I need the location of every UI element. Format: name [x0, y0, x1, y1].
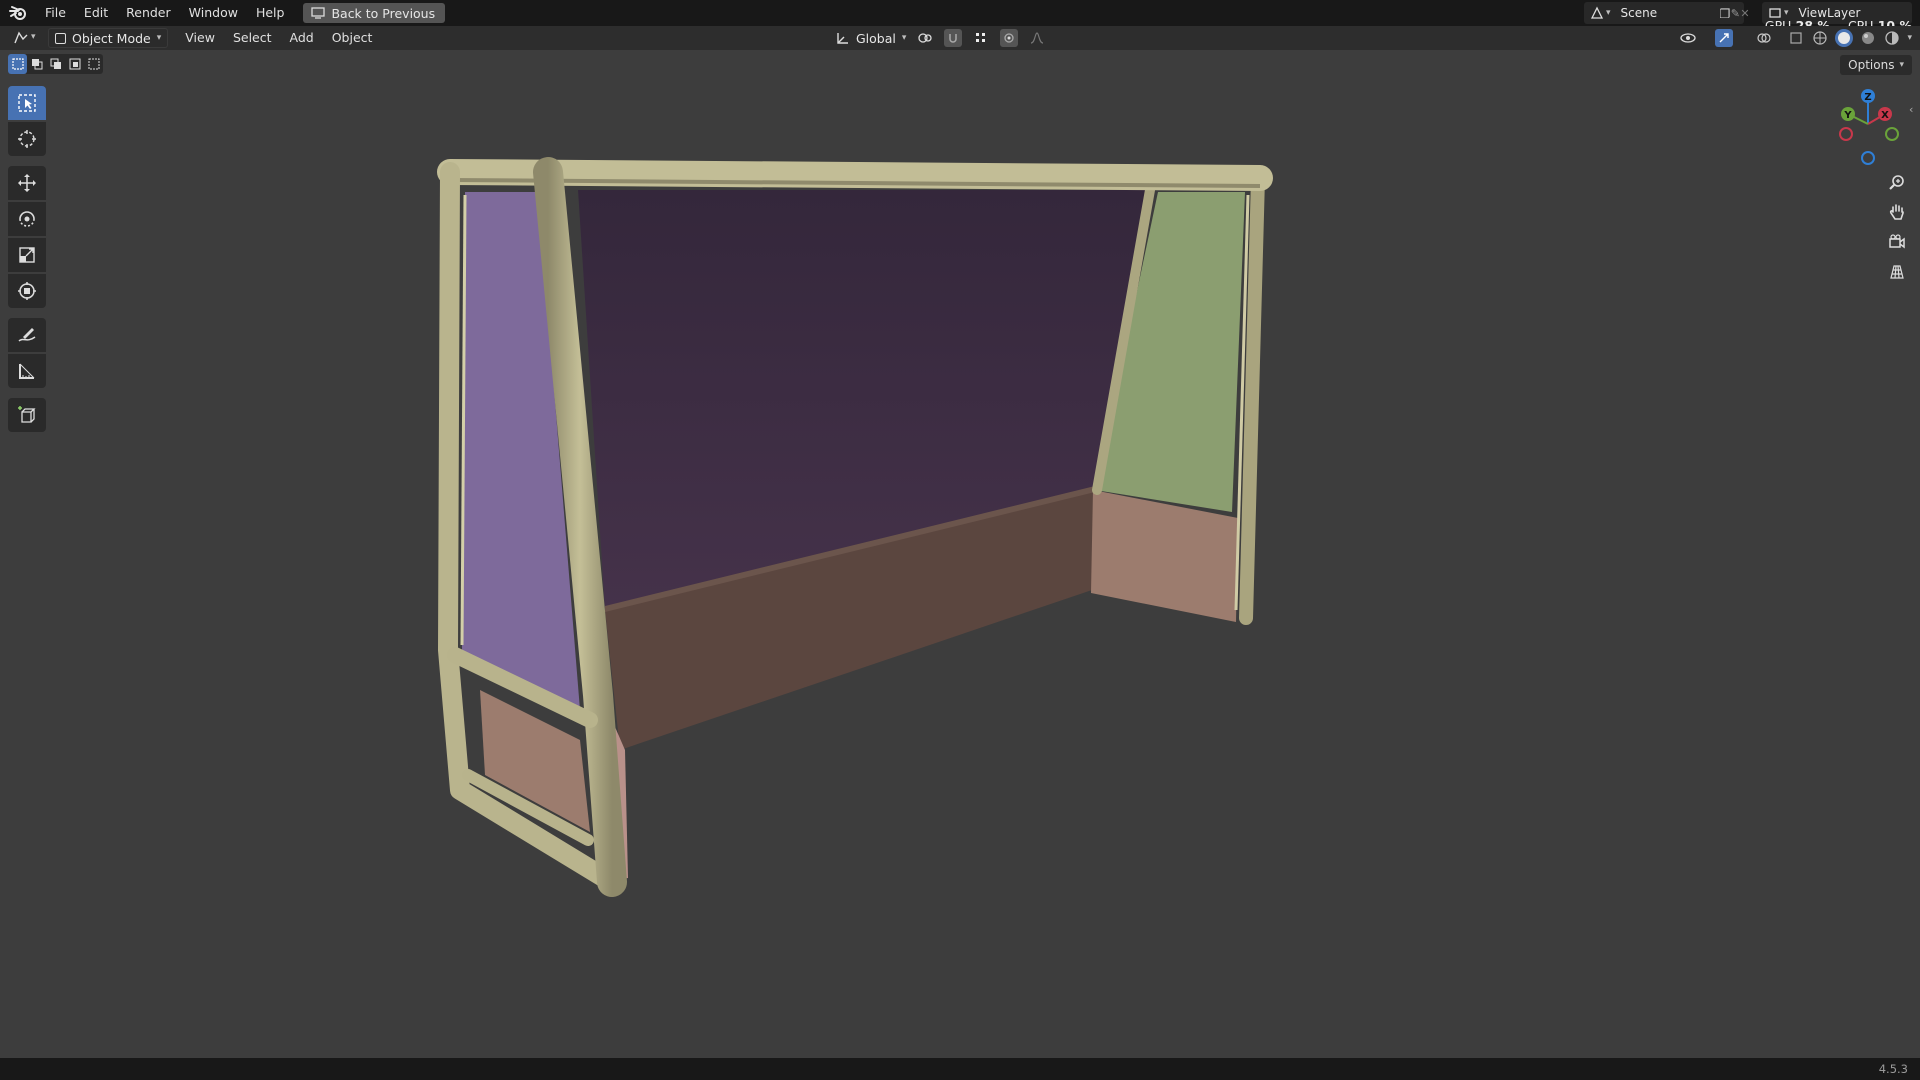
- orientation-dropdown[interactable]: Global ▾: [836, 31, 906, 46]
- move-icon: [18, 174, 36, 192]
- version-label: 4.5.3: [1878, 1062, 1908, 1076]
- menu-help[interactable]: Help: [247, 0, 294, 26]
- orientation-label: Global: [856, 30, 896, 46]
- back-button-label: Back to Previous: [331, 5, 436, 21]
- menu-render[interactable]: Render: [117, 0, 180, 26]
- pan-hand-icon[interactable]: [1883, 198, 1911, 226]
- measure-tool[interactable]: [8, 354, 46, 388]
- move-tool[interactable]: [8, 166, 46, 200]
- select-new-icon[interactable]: [8, 54, 27, 74]
- perspective-grid-icon[interactable]: [1883, 258, 1911, 286]
- pivot-point-icon[interactable]: [916, 29, 934, 47]
- select-subtract-icon[interactable]: [46, 54, 65, 74]
- rotate-icon: [19, 211, 35, 227]
- ruler-icon: [19, 363, 35, 379]
- options-label: Options: [1848, 58, 1895, 72]
- navigation-gizmo[interactable]: Z X Y: [1834, 84, 1914, 170]
- zoom-icon[interactable]: [1883, 168, 1911, 196]
- solid-shading-icon[interactable]: [1835, 29, 1854, 47]
- scene-icon: [1588, 4, 1606, 22]
- cursor-tool[interactable]: [8, 122, 46, 156]
- shading-options-chevron-icon[interactable]: ▾: [1907, 33, 1912, 43]
- right-lower-panel: [1091, 490, 1238, 622]
- gizmo-neg-x-axis[interactable]: [1839, 127, 1853, 141]
- dropdown-arrow-icon: ▾: [1606, 8, 1611, 18]
- options-dropdown[interactable]: Options ▾: [1840, 55, 1912, 75]
- material-shading-icon[interactable]: [1859, 29, 1877, 47]
- snap-toggle-icon[interactable]: [944, 29, 963, 47]
- scene-name: Scene: [1620, 6, 1658, 20]
- select-extend-icon[interactable]: [27, 54, 46, 74]
- xray-icon[interactable]: [1787, 29, 1805, 47]
- viewport-header: ▾ Object Mode ▾ View Select Add Object G…: [0, 26, 1920, 50]
- overlays-icon[interactable]: [1755, 29, 1773, 47]
- select-box-icon: [18, 94, 36, 112]
- gizmo-z-label: Z: [1864, 92, 1871, 103]
- dropdown-arrow-icon: ▾: [1784, 8, 1789, 18]
- frame-top-rail: [437, 159, 1273, 191]
- tool-shelf: [8, 86, 48, 432]
- transform-tools: Global ▾: [836, 28, 1046, 48]
- selection-mode-group: [8, 54, 103, 74]
- editor-type-icon[interactable]: [12, 29, 30, 47]
- blender-logo-icon[interactable]: [0, 0, 36, 26]
- annotate-pencil-icon: [18, 328, 36, 342]
- header-menu-select[interactable]: Select: [224, 28, 281, 48]
- falloff-icon[interactable]: [1028, 29, 1046, 47]
- select-box-tool[interactable]: [8, 86, 46, 120]
- new-scene-icon[interactable]: ❐: [1716, 4, 1734, 22]
- header-menu-view[interactable]: View: [176, 28, 224, 48]
- gizmo-x-label: X: [1881, 110, 1889, 121]
- back-to-previous-button[interactable]: Back to Previous: [303, 3, 446, 23]
- rotate-tool[interactable]: [8, 202, 46, 236]
- delete-scene-icon[interactable]: ✕: [1736, 4, 1754, 22]
- chevron-down-icon: ▾: [901, 33, 907, 43]
- snap-target-icon[interactable]: [972, 29, 990, 47]
- transform-tool[interactable]: [8, 274, 46, 308]
- visibility-eye-icon[interactable]: [1679, 29, 1697, 47]
- viewport-right-tools: ▾: [1679, 28, 1912, 48]
- proportional-edit-icon[interactable]: [1000, 29, 1019, 47]
- top-bar: File Edit Render Window Help Back to Pre…: [0, 0, 1920, 26]
- chevron-down-icon: ▾: [1899, 60, 1904, 70]
- header-menu-object[interactable]: Object: [323, 28, 382, 48]
- select-intersect-icon[interactable]: [84, 54, 103, 74]
- camera-view-icon[interactable]: [1883, 228, 1911, 256]
- chevron-down-icon: ▾: [156, 33, 162, 43]
- transform-icon: [18, 282, 36, 300]
- scene-render: [437, 157, 1273, 897]
- cursor-icon: [18, 130, 36, 148]
- screen-icon: [311, 7, 326, 19]
- status-bar: 4.5.3: [0, 1058, 1920, 1080]
- object-mode-icon: [55, 32, 66, 44]
- 3d-viewport[interactable]: [0, 50, 1920, 1058]
- menu-file[interactable]: File: [36, 0, 75, 26]
- scale-tool[interactable]: [8, 238, 46, 272]
- annotate-tool[interactable]: [8, 318, 46, 352]
- object-mode-label: Object Mode: [72, 30, 151, 46]
- gizmo-toggle-icon[interactable]: [1715, 29, 1734, 47]
- orientation-icon: [837, 33, 848, 44]
- dropdown-arrow-icon[interactable]: ▾: [31, 32, 36, 42]
- menu-edit[interactable]: Edit: [75, 0, 117, 26]
- menu-window[interactable]: Window: [180, 0, 247, 26]
- gizmo-neg-z-axis[interactable]: [1861, 151, 1875, 165]
- object-mode-dropdown[interactable]: Object Mode ▾: [48, 28, 169, 48]
- add-cube-tool[interactable]: [8, 398, 46, 432]
- wireframe-shading-icon[interactable]: [1811, 29, 1829, 47]
- scale-icon: [19, 247, 35, 263]
- header-menu-add[interactable]: Add: [281, 28, 323, 48]
- select-invert-icon[interactable]: [65, 54, 84, 74]
- add-cube-icon: [18, 406, 36, 423]
- gizmo-neg-y-axis[interactable]: [1885, 127, 1899, 141]
- rendered-shading-icon[interactable]: [1883, 29, 1901, 47]
- gizmo-y-label: Y: [1843, 110, 1852, 121]
